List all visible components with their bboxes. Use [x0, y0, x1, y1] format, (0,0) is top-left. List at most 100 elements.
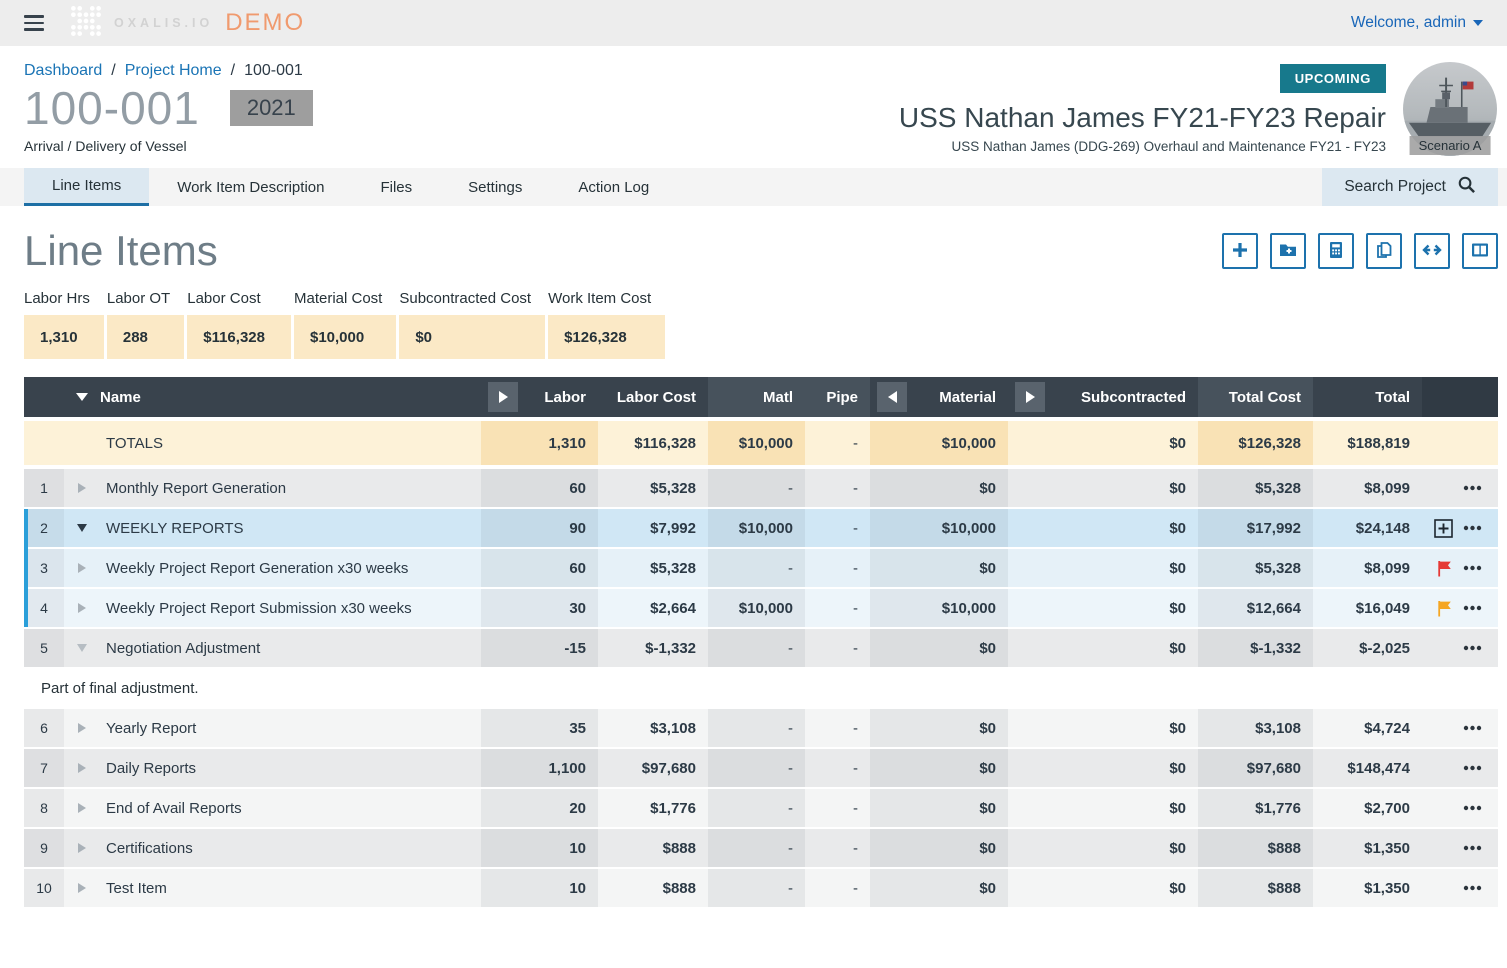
row-actions: [1422, 629, 1498, 667]
expand-row-icon[interactable]: [78, 803, 86, 813]
header-name[interactable]: Name: [100, 377, 481, 417]
header-material-label[interactable]: Material: [939, 389, 996, 406]
labor-columns-toggle[interactable]: [488, 382, 518, 412]
header-pipe[interactable]: Pipe: [805, 377, 870, 417]
collapse-all-button[interactable]: [64, 377, 100, 417]
calculator-button[interactable]: [1318, 233, 1354, 269]
row-menu-button[interactable]: [1463, 725, 1482, 731]
split-columns-icon: [1470, 240, 1490, 263]
header-labor-label[interactable]: Labor: [544, 389, 586, 406]
header-matl[interactable]: Matl: [708, 377, 805, 417]
header-total-cost[interactable]: Total Cost: [1198, 377, 1313, 417]
row-name[interactable]: Yearly Report: [100, 709, 481, 747]
expand-row-icon[interactable]: [78, 763, 86, 773]
table-row[interactable]: 8End of Avail Reports20$1,776--$0$0$1,77…: [24, 789, 1498, 829]
cell-total-cost: $97,680: [1198, 749, 1313, 787]
cell-matl: -: [708, 789, 805, 827]
table-row[interactable]: 3Weekly Project Report Generation x30 we…: [24, 549, 1498, 589]
brand-logo[interactable]: OXALIS.IO DEMO: [68, 3, 305, 43]
row-menu-button[interactable]: [1463, 605, 1482, 611]
material-columns-toggle[interactable]: [877, 382, 907, 412]
add-group-button[interactable]: [1270, 233, 1306, 269]
totals-row: TOTALS 1,310 $116,328 $10,000 - $10,000 …: [24, 421, 1498, 469]
add-line-item-button[interactable]: [1222, 233, 1258, 269]
cell-total-cost: $1,776: [1198, 789, 1313, 827]
row-menu-button[interactable]: [1463, 845, 1482, 851]
expand-row-icon[interactable]: [78, 723, 86, 733]
breadcrumb-separator: /: [111, 62, 115, 80]
table-row[interactable]: 4 Weekly Project Report Submission x30 we…: [24, 589, 1498, 629]
row-menu-button[interactable]: [1463, 525, 1482, 531]
cell-total-cost: $12,664: [1198, 589, 1313, 627]
cell-labor: 1,100: [481, 749, 598, 787]
triangle-left-icon: [888, 391, 897, 403]
table-row[interactable]: 9Certifications10$888--$0$0$888$1,350: [24, 829, 1498, 869]
add-child-row-button[interactable]: [1434, 519, 1453, 538]
subcontracted-columns-toggle[interactable]: [1015, 382, 1045, 412]
table-row[interactable]: 10Test Item10$888--$0$0$888$1,350: [24, 869, 1498, 909]
row-group: 2WEEKLY REPORTS90$7,992$10,000-$10,000$0…: [24, 509, 1498, 629]
table-row[interactable]: 2WEEKLY REPORTS90$7,992$10,000-$10,000$0…: [24, 509, 1498, 549]
expand-row-icon[interactable]: [78, 563, 86, 573]
breadcrumb-dashboard[interactable]: Dashboard: [24, 62, 102, 80]
row-menu-button[interactable]: [1463, 765, 1482, 771]
row-name[interactable]: Weekly Project Report Submission x30 wee…: [100, 589, 481, 627]
tab-files[interactable]: Files: [352, 168, 440, 206]
search-project-button[interactable]: Search Project: [1322, 168, 1498, 206]
expand-row-icon[interactable]: [78, 883, 86, 893]
row-name[interactable]: Test Item: [100, 869, 481, 907]
collapse-row-icon-muted[interactable]: [77, 644, 87, 652]
breadcrumb-project-home[interactable]: Project Home: [125, 62, 222, 80]
row-menu-button[interactable]: [1463, 885, 1482, 891]
row-name[interactable]: Weekly Project Report Generation x30 wee…: [100, 549, 481, 587]
tab-work-item-description[interactable]: Work Item Description: [149, 168, 352, 206]
table-row[interactable]: 6Yearly Report35$3,108--$0$0$3,108$4,724: [24, 709, 1498, 749]
tab-line-items[interactable]: Line Items: [24, 168, 149, 206]
row-name[interactable]: Monthly Report Generation: [100, 469, 481, 507]
row-number: 9: [24, 829, 64, 867]
arrows-horizontal-icon: [1422, 240, 1442, 263]
row-menu-button[interactable]: [1463, 565, 1482, 571]
cell-subcontracted: $0: [1008, 789, 1198, 827]
cell-total: $8,099: [1313, 549, 1422, 587]
cell-matl: $10,000: [708, 589, 805, 627]
row-number: 7: [24, 749, 64, 787]
split-view-button[interactable]: [1462, 233, 1498, 269]
breadcrumb: Dashboard / Project Home / 100-001: [24, 62, 313, 80]
cell-total-cost: $888: [1198, 869, 1313, 907]
table-row[interactable]: 1Monthly Report Generation60$5,328--$0$0…: [24, 469, 1498, 509]
expand-row-icon[interactable]: [78, 843, 86, 853]
row-number: 4: [24, 589, 64, 627]
table-row[interactable]: 7Daily Reports1,100$97,680--$0$0$97,680$…: [24, 749, 1498, 789]
row-menu-button[interactable]: [1463, 485, 1482, 491]
user-menu[interactable]: Welcome, admin: [1351, 14, 1483, 32]
expand-row-icon[interactable]: [78, 483, 86, 493]
totals-material: $10,000: [870, 421, 1008, 465]
row-name[interactable]: Negotiation Adjustment: [100, 629, 481, 667]
hamburger-menu-icon[interactable]: [24, 15, 44, 31]
header-labor-cost[interactable]: Labor Cost: [598, 377, 708, 417]
header-subcontracted-label[interactable]: Subcontracted: [1081, 389, 1186, 406]
cell-subcontracted: $0: [1008, 509, 1198, 547]
red-flag-icon[interactable]: [1437, 560, 1453, 577]
totals-matl: $10,000: [708, 421, 805, 465]
row-name[interactable]: End of Avail Reports: [100, 789, 481, 827]
orange-flag-icon[interactable]: [1437, 600, 1453, 617]
row-menu-button[interactable]: [1463, 805, 1482, 811]
expand-row-icon[interactable]: [78, 603, 86, 613]
table-row[interactable]: 5Negotiation Adjustment-15$-1,332--$0$0$…: [24, 629, 1498, 669]
cell-subcontracted: $0: [1008, 469, 1198, 507]
header-total[interactable]: Total: [1313, 377, 1422, 417]
row-menu-button[interactable]: [1463, 645, 1482, 651]
totals-subcontracted: $0: [1008, 421, 1198, 465]
collapse-row-icon[interactable]: [77, 524, 87, 532]
row-note: Part of final adjustment.: [24, 669, 1498, 709]
tab-settings[interactable]: Settings: [440, 168, 550, 206]
tab-action-log[interactable]: Action Log: [550, 168, 677, 206]
folder-plus-icon: [1278, 240, 1298, 263]
row-name[interactable]: WEEKLY REPORTS: [100, 509, 481, 547]
row-name[interactable]: Certifications: [100, 829, 481, 867]
copy-button[interactable]: [1366, 233, 1402, 269]
row-name[interactable]: Daily Reports: [100, 749, 481, 787]
resize-columns-button[interactable]: [1414, 233, 1450, 269]
